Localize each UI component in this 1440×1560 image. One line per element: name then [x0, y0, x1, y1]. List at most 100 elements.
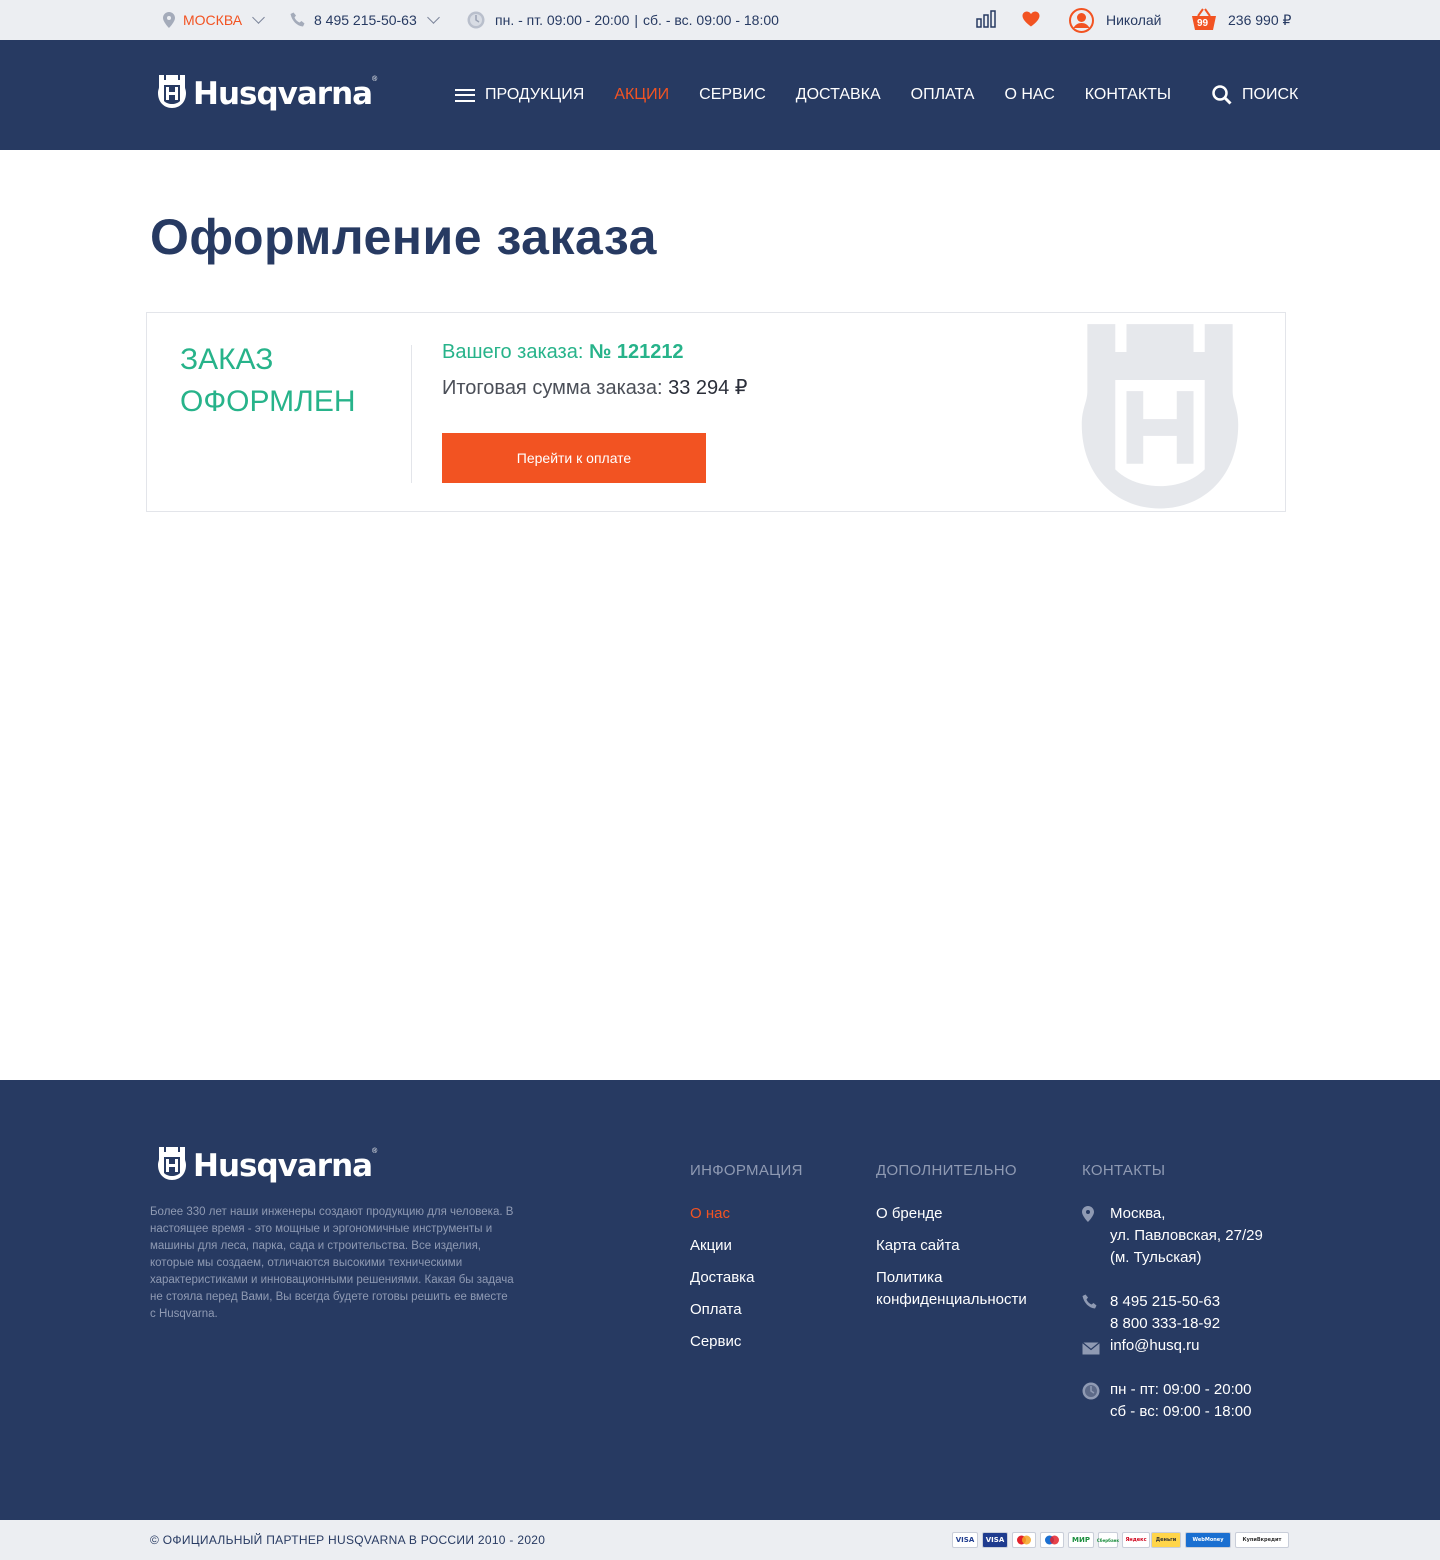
- footer-info-column: ИНФОРМАЦИЯ О нас Акции Доставка Оплата С…: [690, 1162, 803, 1363]
- footer-link-promotions[interactable]: Акции: [690, 1235, 803, 1257]
- footer-link-service[interactable]: Сервис: [690, 1331, 803, 1353]
- visa-logo-icon: VISA: [952, 1532, 978, 1548]
- location-pin-icon: [1082, 1206, 1094, 1229]
- cart-button[interactable]: 99 236 990 ₽: [1190, 0, 1291, 40]
- nav-products-label: ПРОДУКЦИЯ: [485, 86, 585, 103]
- footer-hours: пн - пт: 09:00 - 20:00 сб - вс: 09:00 - …: [1082, 1379, 1282, 1423]
- copyright-text: © ОФИЦИАЛЬНЫЙ ПАРТНЕР HUSQVARNA В РОССИИ…: [150, 1533, 546, 1547]
- crown-h-logo-icon: [155, 1144, 189, 1187]
- nav-service[interactable]: СЕРВИС: [699, 86, 766, 104]
- cart-total: 236 990 ₽: [1228, 11, 1292, 28]
- city-selector[interactable]: МОСКВА: [163, 0, 265, 40]
- nav-promotions[interactable]: АКЦИИ: [614, 86, 669, 104]
- location-pin-icon: [163, 12, 175, 28]
- user-account[interactable]: Николай: [1069, 0, 1161, 40]
- hours-weekdays: пн. - пт. 09:00 - 20:00: [495, 12, 630, 28]
- user-name: Николай: [1106, 12, 1162, 28]
- chevron-down-icon: [426, 11, 440, 24]
- visa-electron-logo-icon: VISA: [982, 1532, 1008, 1548]
- footer-link-delivery[interactable]: Доставка: [690, 1267, 803, 1289]
- go-to-payment-button[interactable]: Перейти к оплате: [442, 433, 706, 483]
- footer-phone-1[interactable]: 8 495 215-50-63: [1110, 1291, 1282, 1313]
- page-title: Оформление заказа: [150, 209, 657, 265]
- sberbank-logo-icon: Сбербанк: [1097, 1532, 1119, 1548]
- bottom-bar: © ОФИЦИАЛЬНЫЙ ПАРТНЕР HUSQVARNA В РОССИИ…: [0, 1520, 1440, 1560]
- site-footer: Husqvarna ® Более 330 лет наши инженеры …: [0, 1080, 1440, 1520]
- hours-separator: |: [634, 12, 639, 28]
- yandex-money-logo-icon: Яндекс: [1122, 1532, 1150, 1548]
- crown-h-logo-icon: [155, 72, 189, 115]
- footer-email-link[interactable]: info@husq.ru: [1110, 1335, 1282, 1357]
- footer-address: Москва, ул. Павловская, 27/29 (м. Тульск…: [1082, 1203, 1282, 1269]
- nav-delivery[interactable]: ДОСТАВКА: [796, 86, 881, 104]
- compare-icon: [976, 9, 996, 31]
- vertical-divider: [411, 345, 412, 483]
- footer-info-title: ИНФОРМАЦИЯ: [690, 1162, 803, 1179]
- yandex-dengi-logo-icon: Деньги: [1151, 1532, 1181, 1548]
- main-nav: ПРОДУКЦИЯ АКЦИИ СЕРВИС ДОСТАВКА ОПЛАТА О…: [455, 40, 1201, 150]
- footer-extra-title: ДОПОЛНИТЕЛЬНО: [876, 1162, 1017, 1179]
- phone-number: 8 495 215-50-63: [314, 12, 417, 28]
- mir-logo-icon: МИР: [1068, 1532, 1094, 1548]
- order-number-line: Вашего заказа: № 121212: [442, 341, 684, 364]
- footer-description: Более 330 лет наши инженеры создают прод…: [150, 1206, 514, 1320]
- footer-phone-2[interactable]: 8 800 333-18-92: [1110, 1313, 1282, 1335]
- footer-link-sitemap[interactable]: Карта сайта: [876, 1235, 1046, 1257]
- phone-icon: [290, 12, 306, 28]
- nav-payment[interactable]: ОПЛАТА: [911, 86, 975, 104]
- compare-button[interactable]: [976, 0, 996, 40]
- address-line-2: ул. Павловская, 27/29: [1110, 1227, 1263, 1244]
- order-status: ЗАКАЗ ОФОРМЛЕН: [180, 339, 380, 423]
- order-number-value: № 121212: [588, 341, 684, 363]
- phone-selector[interactable]: 8 495 215-50-63: [290, 0, 440, 40]
- footer-link-privacy[interactable]: Политика конфиденциальности: [876, 1267, 1046, 1311]
- kupivkredit-logo-icon: КупиВкредит: [1235, 1532, 1289, 1548]
- nav-contacts[interactable]: КОНТАКТЫ: [1085, 86, 1171, 104]
- footer-link-about[interactable]: О нас: [690, 1203, 803, 1225]
- payment-methods: VISA VISA МИР Сбербанк Яндекс Деньги Web…: [952, 1532, 1293, 1548]
- clock-icon: [1082, 1382, 1100, 1407]
- clock-icon: [467, 11, 485, 29]
- envelope-icon: [1082, 1340, 1100, 1362]
- search-label: ПОИСК: [1242, 86, 1299, 103]
- husqvarna-watermark-icon: [1065, 313, 1255, 511]
- mastercard-logo-icon: [1012, 1532, 1036, 1548]
- user-avatar-icon: [1069, 7, 1094, 33]
- footer-contacts-title: КОНТАКТЫ: [1082, 1162, 1166, 1179]
- cart-count-badge: 99: [1197, 18, 1209, 29]
- status-line-2: ОФОРМЛЕН: [180, 385, 356, 418]
- order-sum-value: 33 294 ₽: [668, 377, 748, 399]
- chevron-down-icon: [252, 11, 265, 24]
- search-button[interactable]: ПОИСК: [1212, 40, 1298, 150]
- nav-about[interactable]: О НАС: [1004, 86, 1054, 104]
- footer-contacts-column: КОНТАКТЫ Москва, ул. Павловская, 27/29 (…: [1082, 1162, 1282, 1423]
- footer-logo[interactable]: Husqvarna ®: [155, 1144, 377, 1187]
- order-number-label: Вашего заказа:: [442, 341, 584, 363]
- nav-products[interactable]: ПРОДУКЦИЯ: [455, 86, 584, 104]
- favorites-button[interactable]: [1022, 0, 1040, 40]
- footer-link-payment[interactable]: Оплата: [690, 1299, 803, 1321]
- status-line-1: ЗАКАЗ: [180, 343, 274, 376]
- search-icon: [1212, 85, 1232, 105]
- registered-mark-icon: ®: [372, 76, 378, 83]
- basket-icon: 99: [1190, 7, 1218, 33]
- footer-extra-column: ДОПОЛНИТЕЛЬНО О бренде Карта сайта Полит…: [876, 1162, 1046, 1321]
- hours-weekend: сб. - вс. 09:00 - 18:00: [643, 12, 779, 28]
- main-header: Husqvarna ® ПРОДУКЦИЯ АКЦИИ СЕРВИС ДОСТА…: [0, 40, 1440, 150]
- phone-icon: [1082, 1294, 1098, 1317]
- order-sum-label: Итоговая сумма заказа:: [442, 377, 663, 399]
- order-sum-line: Итоговая сумма заказа: 33 294 ₽: [442, 375, 748, 400]
- footer-hours-2: сб - вс: 09:00 - 18:00: [1110, 1403, 1252, 1420]
- working-hours: пн. - пт. 09:00 - 20:00 | сб. - вс. 09:0…: [467, 0, 779, 40]
- city-label: МОСКВА: [183, 12, 243, 28]
- registered-mark-icon: ®: [372, 1148, 378, 1155]
- logo-wordmark: Husqvarna: [193, 75, 373, 112]
- heart-icon: [1022, 11, 1040, 30]
- footer-link-brand[interactable]: О бренде: [876, 1203, 1046, 1225]
- footer-hours-1: пн - пт: 09:00 - 20:00: [1110, 1381, 1252, 1398]
- footer-logo-wordmark: Husqvarna: [193, 1147, 373, 1184]
- order-confirmation-card: ЗАКАЗ ОФОРМЛЕН Вашего заказа: № 121212 И…: [146, 312, 1286, 512]
- husqvarna-logo[interactable]: Husqvarna ®: [155, 72, 377, 115]
- top-bar: МОСКВА 8 495 215-50-63 пн. - пт. 09:00 -…: [0, 0, 1440, 40]
- maestro-logo-icon: [1040, 1532, 1064, 1548]
